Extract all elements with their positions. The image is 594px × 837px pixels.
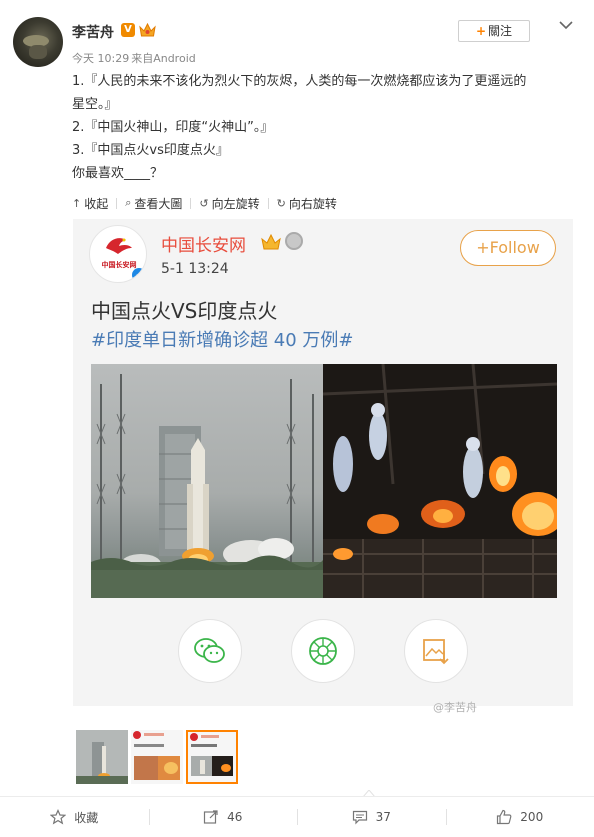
- follow-label: 關注: [488, 24, 513, 38]
- post-timestamp[interactable]: 今天 10:29: [72, 52, 129, 65]
- repost-count: 46: [227, 810, 243, 824]
- medal-icon: [285, 232, 303, 250]
- post-line: 你最喜欢____？: [72, 166, 164, 181]
- save-image-button: [404, 619, 468, 683]
- expanded-image[interactable]: 中国长安网 ✓ 中国长安网 5-1 13:24 +Follow 中国点火VS印度…: [73, 219, 573, 706]
- moments-share-button: [291, 619, 355, 683]
- user-avatar[interactable]: [13, 17, 63, 67]
- member-crown-icon: [139, 22, 156, 37]
- magnifier-icon: ⌕: [125, 196, 132, 209]
- favorite-button[interactable]: 收藏: [0, 797, 149, 837]
- dove-logo-icon: [106, 238, 132, 254]
- weibo-post: 李苦舟 V 今天 10:29 来自Android + 關注 1.『人民的未来不该化为…: [0, 0, 594, 837]
- account-logo: 中国长安网 ✓: [89, 225, 147, 283]
- rotate-right-button[interactable]: ↻ 向右旋转: [277, 195, 337, 212]
- like-button[interactable]: 200: [445, 797, 594, 837]
- follow-button[interactable]: + 關注: [458, 20, 530, 42]
- post-line: 1.『人民的未来不该化为烈火下的灰烬，人类的每一次燃烧都应该为了更遥远的: [72, 74, 527, 89]
- post-text: 1.『人民的未来不该化为烈火下的灰烬，人类的每一次燃烧都应该为了更遥远的 星空。…: [72, 70, 572, 185]
- action-bar: 收藏 46 37 200: [0, 796, 594, 837]
- card-time: 5-1 13:24: [161, 261, 229, 277]
- post-line: 3.『中国点火vs印度点火』: [72, 143, 229, 158]
- plus-icon: +: [475, 24, 487, 38]
- thumbs-up-icon: [497, 809, 512, 825]
- post-line: 2.『中国火神山，印度“火神山”。』: [72, 120, 274, 135]
- wechat-icon: [194, 638, 225, 663]
- comment-count: 37: [375, 810, 391, 824]
- blue-verified-icon: ✓: [132, 268, 146, 282]
- like-count: 200: [520, 810, 544, 824]
- cremation-photo: [322, 364, 557, 598]
- news-photo: [91, 364, 557, 598]
- divider: [116, 197, 118, 209]
- post-source: 来自Android: [131, 52, 196, 65]
- crown-icon: [261, 233, 281, 250]
- weibo-watermark: @李苦舟: [433, 701, 477, 714]
- favorite-label: 收藏: [74, 810, 99, 825]
- collapse-label: 收起: [84, 196, 109, 211]
- post-line: 星空。』: [72, 97, 118, 112]
- repost-button[interactable]: 46: [148, 797, 298, 837]
- wechat-share-button: [178, 619, 242, 683]
- view-large-label: 查看大圖: [134, 196, 183, 211]
- chevron-down-icon[interactable]: [558, 18, 574, 32]
- card-hashtag: #印度单日新增确诊超 40 万例#: [91, 330, 354, 351]
- collapse-button[interactable]: ↑ 收起: [72, 195, 108, 212]
- rotate-left-button[interactable]: ↺ 向左旋转: [199, 195, 259, 212]
- arrow-up-icon: ↑: [72, 196, 82, 210]
- media-toolbar: ↑ 收起 ⌕ 查看大圖 ↺ 向左旋转 ↻ 向右旋转: [72, 193, 337, 213]
- rotate-right-label: 向右旋转: [288, 196, 337, 211]
- save-image-icon: [423, 639, 449, 665]
- thumb-1[interactable]: [76, 730, 128, 784]
- share-row: [73, 619, 573, 689]
- view-large-button[interactable]: ⌕ 查看大圖: [125, 195, 182, 212]
- verified-badge-icon: V: [121, 23, 135, 37]
- repost-icon: [204, 810, 218, 824]
- comment-icon: [352, 810, 367, 825]
- divider: [190, 197, 192, 209]
- card-title: 中国点火VS印度点火: [91, 299, 278, 323]
- moments-icon: [309, 637, 337, 665]
- rotate-left-label: 向左旋转: [211, 196, 260, 211]
- post-meta: 今天 10:29 来自Android: [72, 50, 198, 66]
- star-icon: [50, 809, 67, 825]
- thumb-2[interactable]: [131, 730, 183, 784]
- username[interactable]: 李苦舟: [72, 22, 114, 42]
- comment-button[interactable]: 37: [297, 797, 446, 837]
- divider: [267, 197, 269, 209]
- rotate-left-icon: ↺: [199, 196, 209, 210]
- rotate-right-icon: ↻: [276, 196, 286, 210]
- rocket-launch-photo: [91, 364, 323, 598]
- thumb-3[interactable]: [186, 730, 238, 784]
- account-name: 中国长安网: [161, 236, 246, 256]
- card-follow-button: +Follow: [460, 230, 556, 266]
